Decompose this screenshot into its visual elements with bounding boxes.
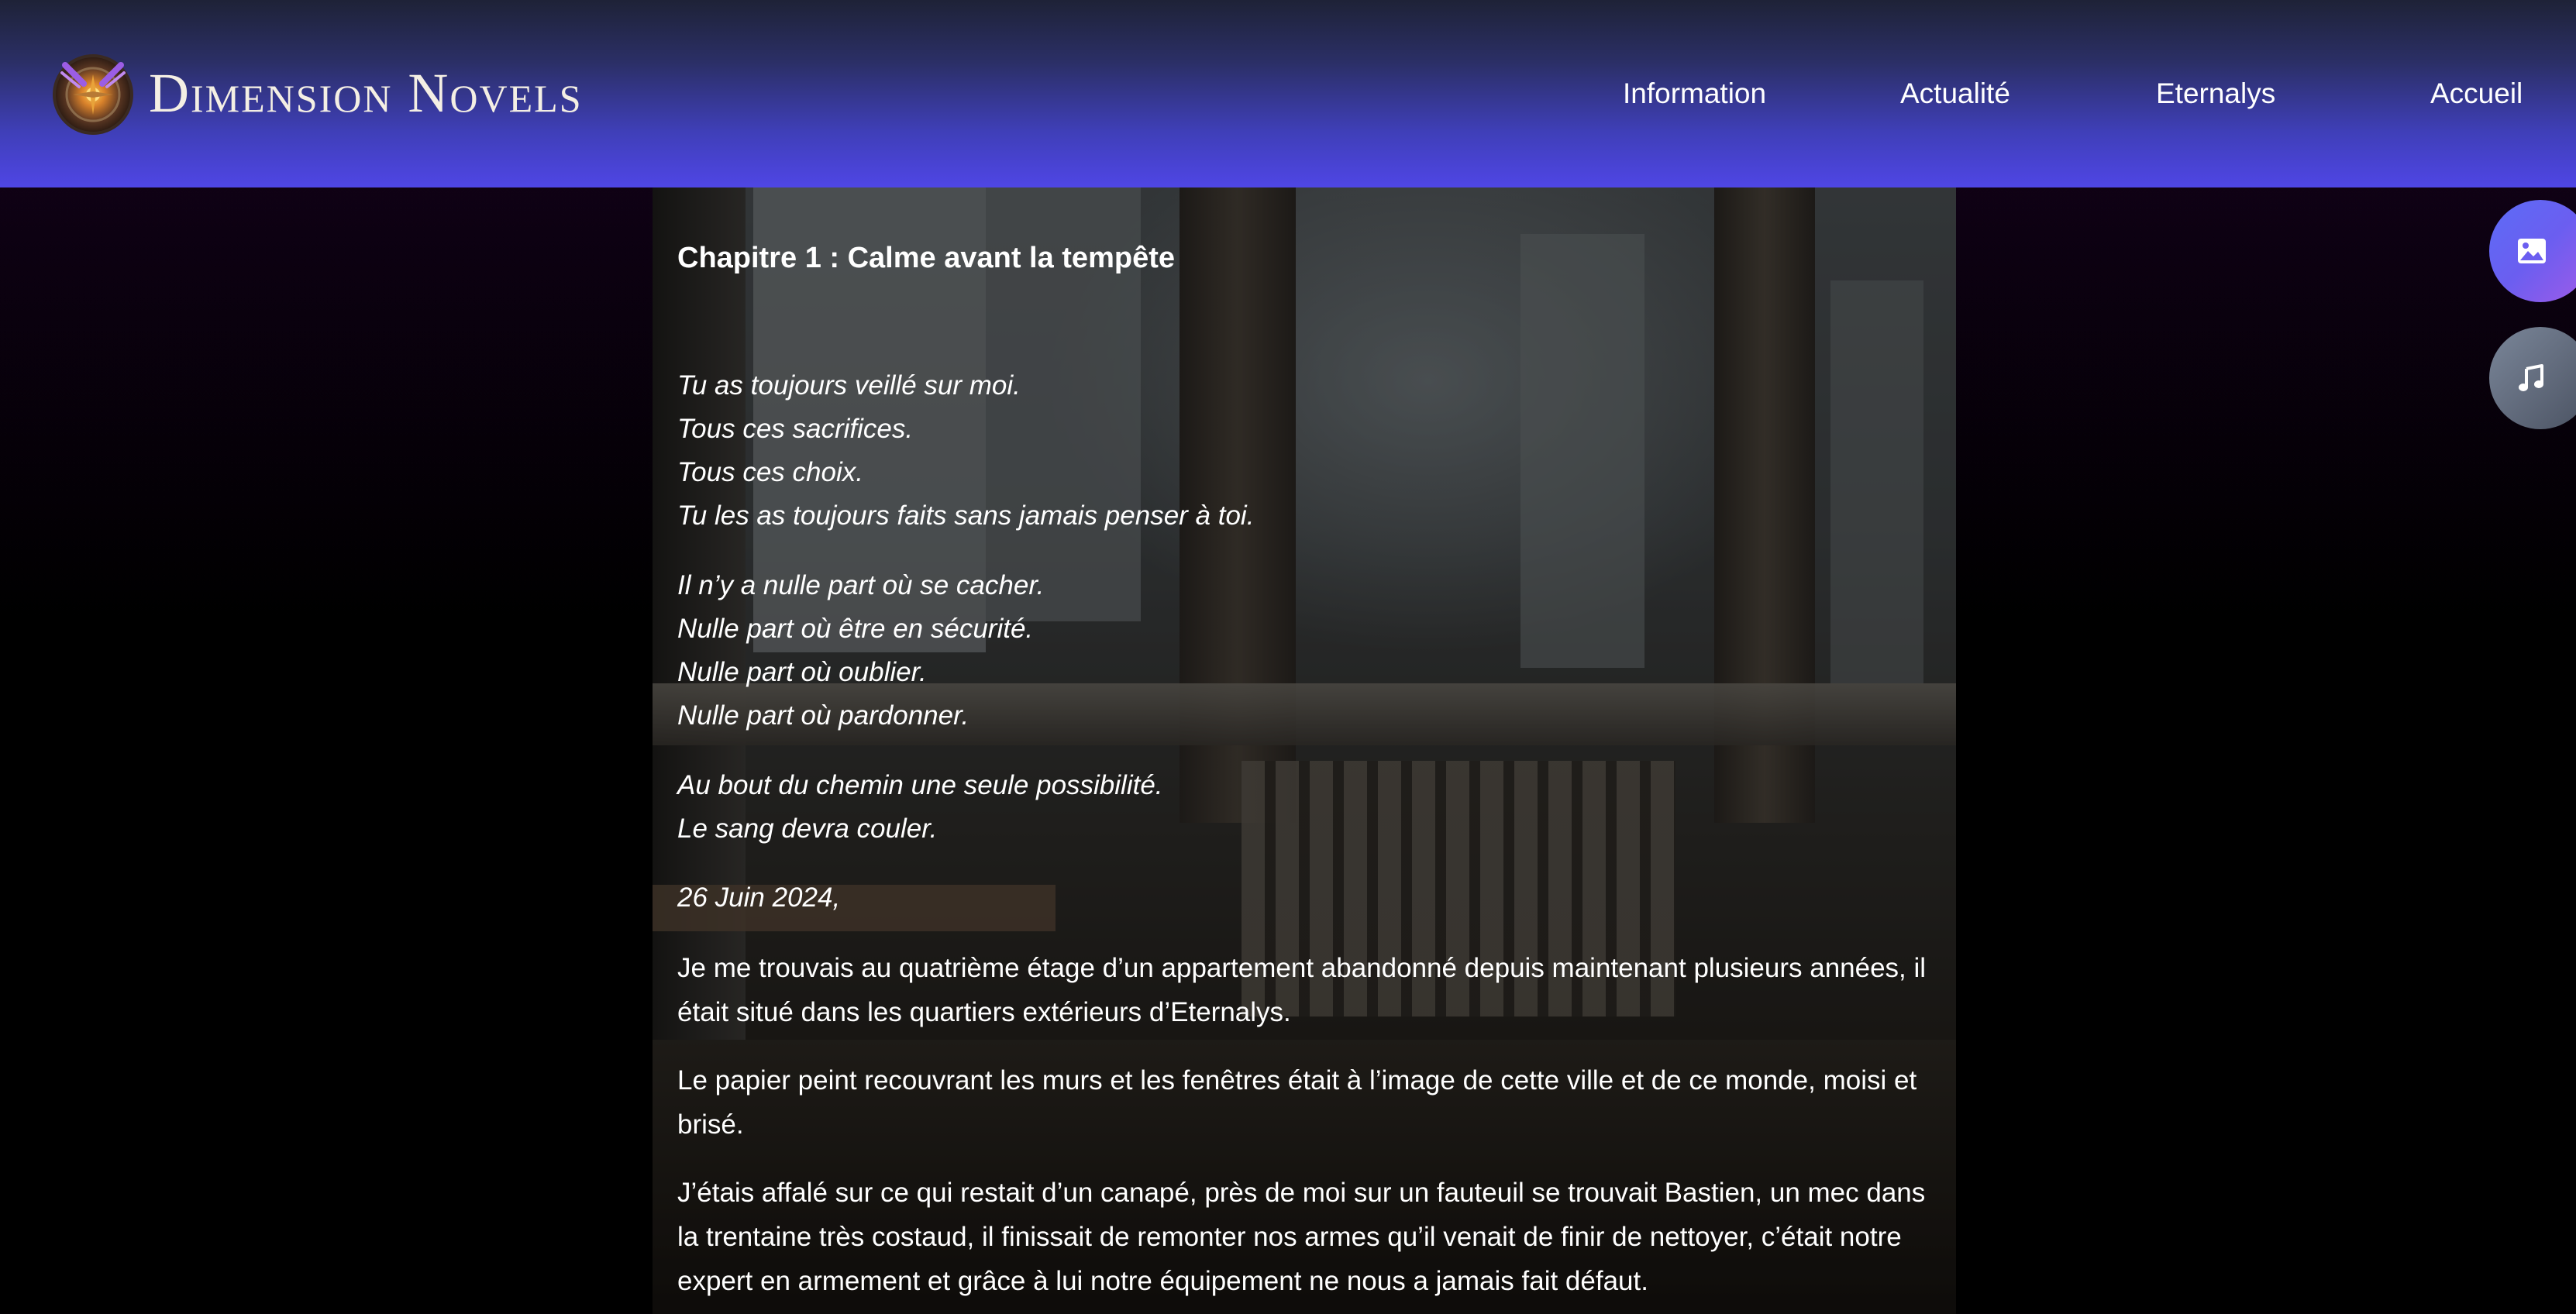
poem-line: Nulle part où pardonner. [677, 700, 969, 731]
poem-line: Tu les as toujours faits sans jamais pen… [677, 500, 1255, 531]
chapter-title: Chapitre 1 : Calme avant la tempête [677, 242, 1175, 274]
poem-line: Tous ces choix. [677, 457, 863, 487]
site-brand-title[interactable]: Dimension Novels [149, 62, 583, 124]
chapter-panel: Chapitre 1 : Calme avant la tempête Tu a… [653, 187, 1956, 1314]
poem-line: Au bout du chemin une seule possibilité. [677, 770, 1163, 800]
poem-line: Il n’y a nulle part où se cacher. [677, 570, 1045, 600]
image-icon [2518, 239, 2546, 263]
story-paragraph: J’étais affalé sur ce qui restait d’un c… [677, 1178, 1926, 1296]
site-header: Dimension Novels Information Actualité E… [0, 0, 2576, 187]
background-image-button[interactable] [2489, 200, 2576, 302]
music-toggle-button[interactable] [2489, 327, 2576, 429]
poem-line: Tous ces sacrifices. [677, 414, 914, 444]
nav-actualite-link[interactable]: Actualité [1900, 74, 2010, 113]
nav-eternalys-link[interactable]: Eternalys [2156, 74, 2275, 113]
nav-information-link[interactable]: Information [1623, 74, 1766, 113]
music-note-icon [2519, 364, 2543, 391]
chapter-date: 26 Juin 2024, [677, 882, 841, 913]
poem-line: Tu as toujours veillé sur moi. [677, 370, 1021, 401]
story-paragraph: Je me trouvais au quatrième étage d’un a… [677, 953, 1927, 1027]
poem-line: Nulle part où être en sécurité. [677, 614, 1034, 644]
dimension-novels-emblem-icon [53, 54, 133, 135]
story-paragraph: Le papier peint recouvrant les murs et l… [677, 1065, 1917, 1140]
poem-line: Nulle part où oublier. [677, 657, 927, 687]
site-logo[interactable] [50, 50, 136, 136]
nav-accueil-link[interactable]: Accueil [2430, 74, 2523, 113]
poem-line: Le sang devra couler. [677, 814, 938, 844]
